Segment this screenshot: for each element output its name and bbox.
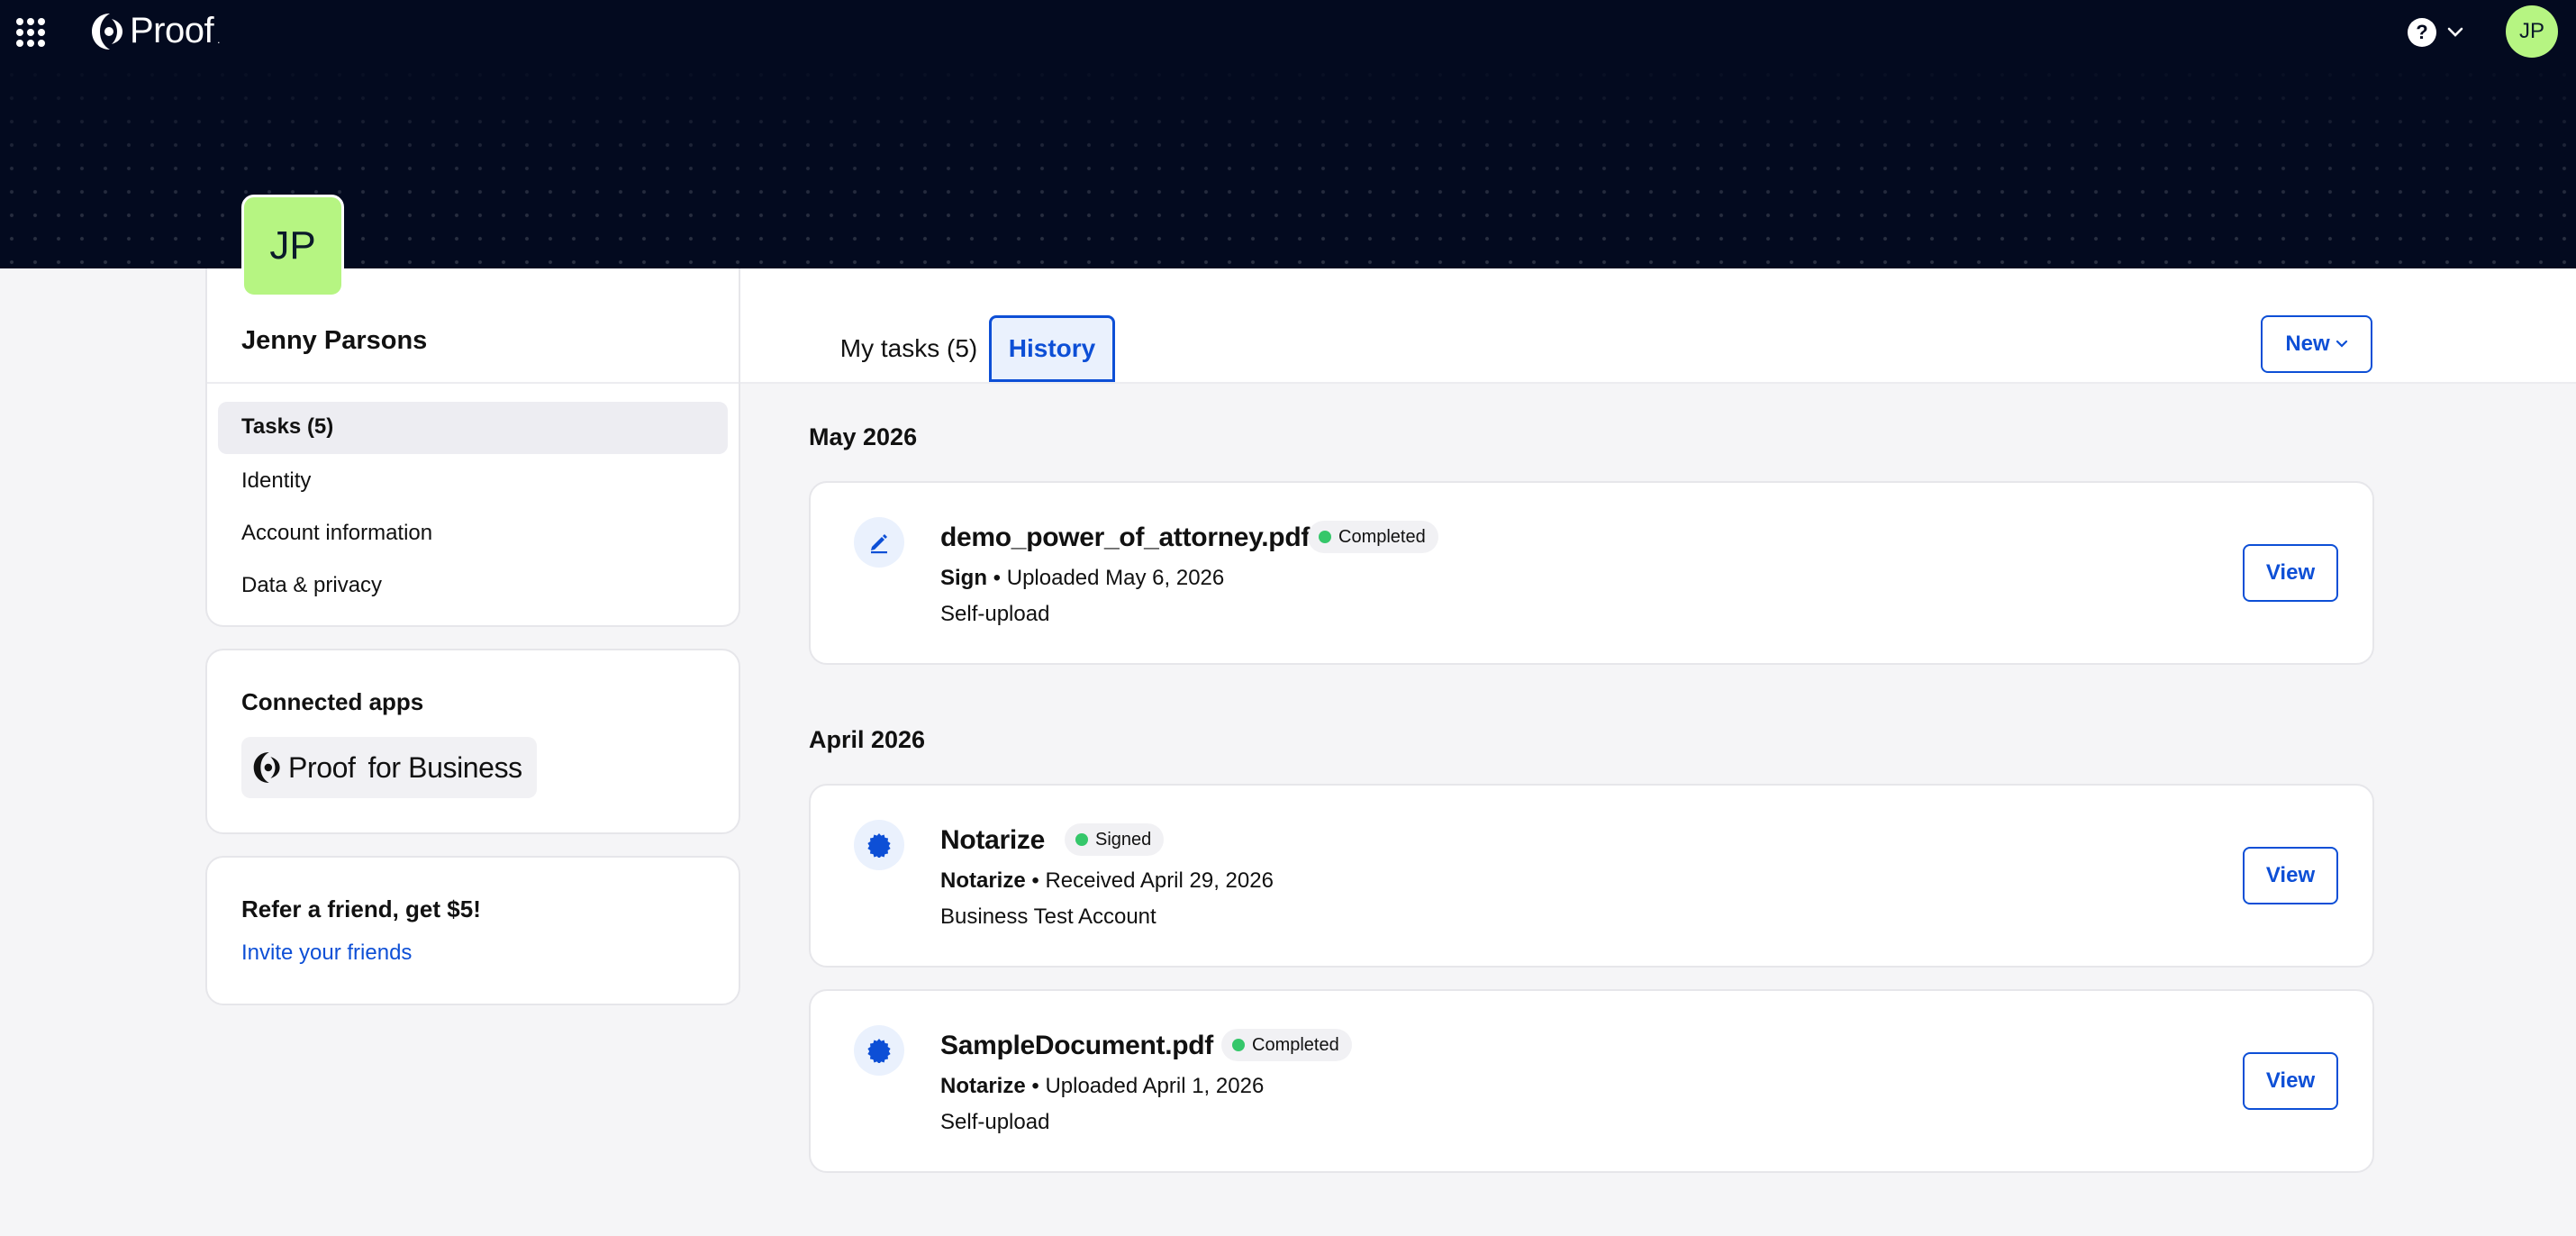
app-launcher-grid-icon[interactable] bbox=[16, 18, 45, 47]
task-meta: Notarize • Received April 29, 2026 bbox=[940, 868, 1274, 893]
task-source: Self-upload bbox=[940, 1110, 1050, 1134]
status-label: Signed bbox=[1095, 829, 1152, 850]
task-card: demo_power_of_attorney.pdf Completed Sig… bbox=[809, 481, 2374, 665]
task-card: SampleDocument.pdf Completed Notarize • … bbox=[809, 989, 2374, 1173]
task-source: Business Test Account bbox=[940, 904, 1156, 929]
proof-logo-mark-icon bbox=[92, 13, 122, 50]
logo-trademark: . bbox=[217, 32, 221, 46]
help-icon: ? bbox=[2408, 18, 2436, 47]
task-type: Sign bbox=[940, 566, 987, 590]
proof-logo[interactable]: Proof . bbox=[90, 11, 220, 51]
view-button[interactable]: View bbox=[2243, 847, 2338, 904]
status-dot bbox=[1319, 531, 1331, 543]
new-button-label: New bbox=[2285, 332, 2330, 356]
task-title: SampleDocument.pdf bbox=[940, 1031, 1213, 1060]
month-heading: May 2026 bbox=[809, 423, 918, 450]
tab-history[interactable]: History bbox=[989, 315, 1115, 382]
view-button[interactable]: View bbox=[2243, 1052, 2338, 1110]
profile-divider bbox=[207, 382, 739, 384]
status-label: Completed bbox=[1252, 1034, 1339, 1055]
menu-item-identity[interactable]: Identity bbox=[241, 468, 311, 494]
task-type: Notarize bbox=[940, 868, 1026, 893]
chevron-down-icon bbox=[2336, 340, 2347, 348]
chevron-down-icon bbox=[2447, 27, 2463, 37]
refer-card bbox=[205, 856, 740, 1005]
task-meta: Notarize • Uploaded April 1, 2026 bbox=[940, 1074, 1265, 1098]
task-title: demo_power_of_attorney.pdf bbox=[940, 523, 1311, 552]
month-heading: April 2026 bbox=[809, 726, 926, 753]
tab-my-tasks[interactable]: My tasks (5) bbox=[818, 315, 1000, 382]
proof-for-business-app[interactable]: Proof for Business bbox=[241, 737, 537, 798]
task-type: Notarize bbox=[940, 1074, 1026, 1098]
proof-logo-mark-icon bbox=[253, 752, 280, 783]
new-button[interactable]: New bbox=[2261, 315, 2372, 373]
status-badge: Signed bbox=[1065, 823, 1165, 856]
pen-icon bbox=[854, 517, 904, 568]
task-detail: Uploaded April 1, 2026 bbox=[1045, 1074, 1265, 1098]
status-badge: Completed bbox=[1308, 521, 1438, 553]
status-dot bbox=[1232, 1039, 1245, 1051]
menu-item-account-information[interactable]: Account information bbox=[241, 521, 432, 546]
profile-name: Jenny Parsons bbox=[241, 326, 428, 355]
profile-avatar: JP bbox=[241, 195, 344, 297]
user-avatar[interactable]: JP bbox=[2506, 5, 2558, 58]
task-meta: Sign • Uploaded May 6, 2026 bbox=[940, 566, 1225, 590]
status-badge: Completed bbox=[1221, 1029, 1352, 1061]
invite-friends-link[interactable]: Invite your friends bbox=[241, 941, 412, 966]
top-banner bbox=[0, 0, 2576, 268]
task-card: Notarize Signed Notarize • Received Apri… bbox=[809, 784, 2374, 968]
status-dot bbox=[1075, 833, 1088, 846]
refer-title: Refer a friend, get $5! bbox=[241, 895, 481, 922]
seal-icon bbox=[854, 1025, 904, 1076]
connected-apps-title: Connected apps bbox=[241, 688, 424, 715]
menu-item-tasks[interactable]: Tasks (5) bbox=[241, 414, 333, 440]
app-suffix: for Business bbox=[367, 750, 523, 784]
logo-text: Proof bbox=[130, 11, 214, 50]
seal-icon bbox=[854, 820, 904, 870]
help-menu[interactable]: ? bbox=[2408, 18, 2463, 47]
task-detail: Uploaded May 6, 2026 bbox=[1006, 566, 1225, 590]
banner-fade bbox=[0, 0, 2576, 268]
task-detail: Received April 29, 2026 bbox=[1045, 868, 1274, 893]
task-title: Notarize bbox=[940, 825, 1045, 855]
menu-item-data-privacy[interactable]: Data & privacy bbox=[241, 573, 382, 598]
task-source: Self-upload bbox=[940, 602, 1050, 626]
view-button[interactable]: View bbox=[2243, 544, 2338, 602]
status-label: Completed bbox=[1338, 526, 1426, 547]
app-name: Proof bbox=[288, 750, 356, 784]
